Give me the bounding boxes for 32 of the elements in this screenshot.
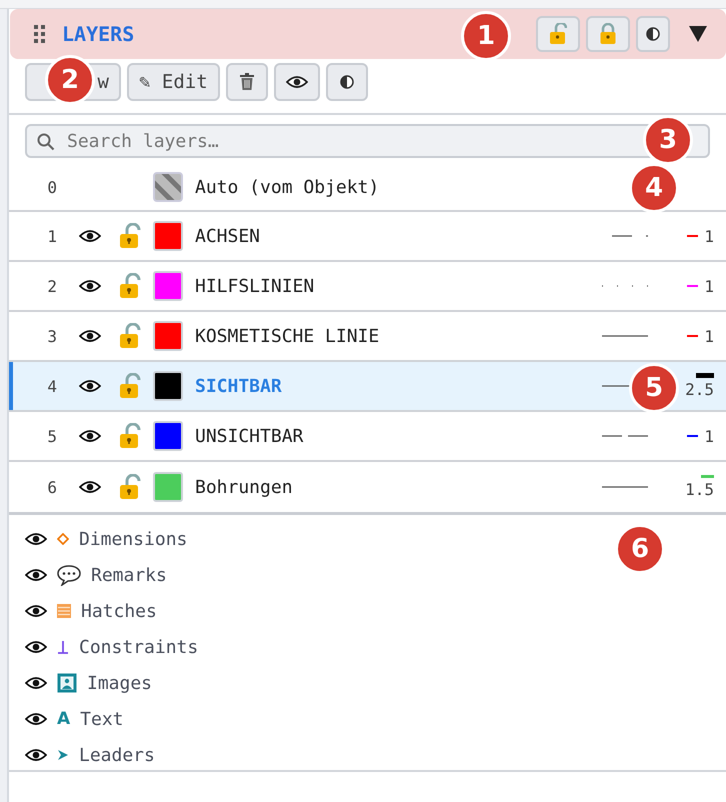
panel-title: LAYERS: [62, 22, 134, 46]
line-width: 1: [704, 326, 714, 346]
callout-tooltip: 4: [629, 163, 679, 213]
layer-name: Auto (vom Objekt): [195, 176, 380, 198]
callout-tooltip: 3: [643, 115, 693, 165]
layer-index: 6: [46, 478, 57, 496]
layer-index: 0: [46, 178, 57, 196]
object-type-label: Hatches: [81, 600, 157, 622]
layer-name: UNSICHTBAR: [195, 426, 304, 446]
object-type-label: Images: [87, 672, 152, 694]
layer-name: Bohrungen: [195, 476, 293, 498]
layer-index: 1: [46, 226, 57, 246]
object-type-label: Remarks: [91, 564, 167, 586]
object-type-label: Constraints: [79, 636, 198, 658]
object-type-label: Dimensions: [79, 528, 188, 550]
line-width: 1.5: [685, 480, 714, 499]
line-width: 1: [704, 426, 714, 446]
layer-name: HILFSLINIEN: [195, 276, 314, 296]
layer-index: 4: [46, 376, 57, 396]
line-width: 1: [704, 276, 714, 296]
layer-index: 2: [46, 276, 57, 296]
text-icon: A: [57, 709, 70, 729]
object-type-label: Text: [80, 708, 124, 730]
line-width: 2.5: [685, 380, 714, 399]
callout-tooltip: 6: [615, 524, 665, 574]
line-width: 1: [704, 226, 714, 246]
object-type-label: Leaders: [79, 744, 155, 766]
layer-index: 3: [46, 326, 57, 346]
layer-name: ACHSEN: [195, 226, 260, 246]
layer-name: KOSMETISCHE LINIE: [195, 326, 380, 346]
layer-name: SICHTBAR: [195, 376, 282, 396]
layer-index: 5: [46, 426, 57, 446]
